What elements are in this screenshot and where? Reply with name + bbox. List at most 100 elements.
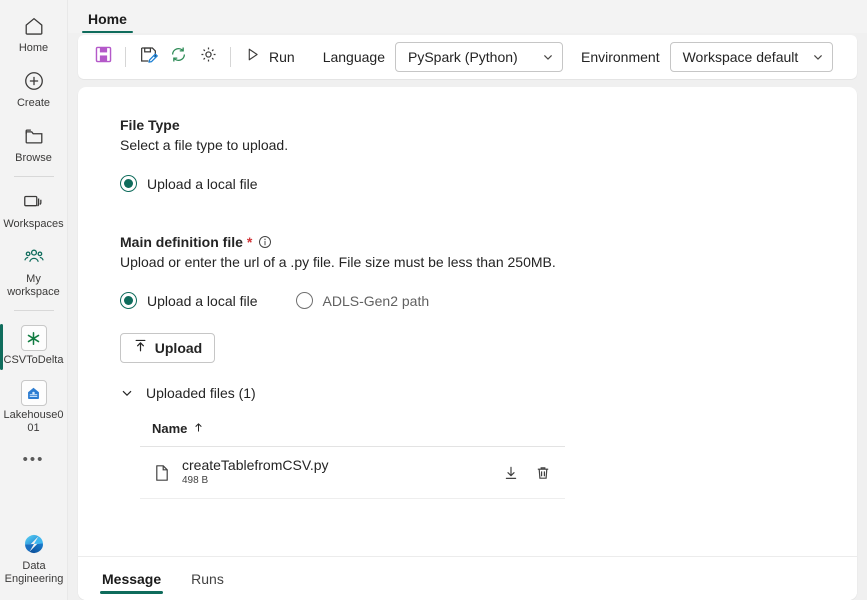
- save-floppy-icon: [94, 45, 113, 69]
- uploaded-files-table: Name createTablefromCSV.py 498 B: [140, 421, 565, 499]
- sidebar-item-label: Data Engineering: [4, 560, 64, 585]
- required-asterisk: *: [246, 234, 253, 250]
- tab-active-underline: [100, 591, 164, 594]
- radio-file-type-upload-local[interactable]: Upload a local file: [120, 175, 258, 192]
- sidebar-item-csvtodelta[interactable]: CSVToDelta: [0, 318, 68, 373]
- tab-message[interactable]: Message: [100, 559, 164, 599]
- people-icon: [19, 244, 49, 270]
- plus-circle-icon: [19, 68, 49, 94]
- sidebar-item-data-engineering[interactable]: Data Engineering: [0, 524, 68, 592]
- top-tabstrip: Home: [68, 0, 867, 33]
- save-as-pencil-icon: [139, 45, 158, 69]
- chevron-down-icon: [812, 51, 824, 63]
- trash-icon[interactable]: [535, 465, 551, 481]
- radio-selected-icon: [120, 292, 137, 309]
- file-name: createTablefromCSV.py: [182, 457, 329, 473]
- home-icon: [19, 13, 49, 39]
- language-label: Language: [322, 49, 385, 65]
- radio-main-upload-local[interactable]: Upload a local file: [120, 292, 258, 309]
- upload-button[interactable]: Upload: [120, 333, 215, 363]
- bottom-tabstrip: Message Runs: [78, 556, 857, 600]
- environment-label: Environment: [580, 49, 660, 65]
- tab-runs-label: Runs: [191, 570, 224, 587]
- radio-label: ADLS-Gen2 path: [322, 292, 430, 309]
- workspaces-icon: [19, 189, 49, 215]
- radio-main-adls-gen2-path[interactable]: ADLS-Gen2 path: [295, 292, 430, 309]
- spark-asterisk-icon: [20, 325, 47, 351]
- run-button-label: Run: [269, 49, 295, 65]
- environment-value: Workspace default: [682, 49, 799, 65]
- sidebar-item-label: CSVToDelta: [3, 354, 64, 366]
- tab-active-underline: [82, 31, 133, 33]
- sidebar-item-browse[interactable]: Browse: [0, 116, 68, 171]
- sidebar-item-workspaces[interactable]: Workspaces: [0, 182, 68, 237]
- radio-label: Upload a local file: [147, 292, 258, 309]
- sidebar-item-label: Lakehouse001: [3, 409, 64, 434]
- sidebar-item-label: Workspaces: [3, 218, 64, 230]
- sort-ascending-arrow: [193, 421, 204, 436]
- selection-indicator: [0, 324, 3, 370]
- upload-form: File Type Select a file type to upload. …: [78, 87, 857, 499]
- left-nav-rail: Home Create Browse Workspaces My workspa…: [0, 0, 68, 600]
- row-actions: [503, 465, 557, 481]
- rail-divider: [13, 176, 54, 177]
- radio-unselected-icon: [295, 292, 313, 309]
- refresh-button[interactable]: [163, 42, 193, 72]
- radio-selected-icon: [120, 175, 137, 192]
- file-document-icon: [152, 464, 172, 482]
- sidebar-item-create[interactable]: Create: [0, 61, 68, 116]
- chevron-down-icon: [542, 51, 554, 63]
- file-type-radio-group: Upload a local file: [120, 175, 857, 192]
- tab-message-label: Message: [102, 570, 162, 587]
- language-dropdown[interactable]: PySpark (Python): [394, 42, 563, 72]
- tab-home-label: Home: [88, 11, 127, 27]
- data-engineering-icon: [19, 531, 49, 557]
- file-type-title: File Type: [120, 117, 857, 133]
- sidebar-more-button[interactable]: •••: [0, 441, 68, 471]
- run-button[interactable]: Run: [238, 42, 305, 72]
- rail-divider: [13, 310, 54, 311]
- upload-arrow-icon: [133, 338, 148, 358]
- command-toolbar: Run Language PySpark (Python) Environmen…: [78, 35, 857, 79]
- folder-icon: [19, 123, 49, 149]
- settings-button[interactable]: [193, 42, 223, 72]
- environment-dropdown[interactable]: Workspace default: [669, 42, 833, 72]
- file-size: 498 B: [182, 475, 209, 486]
- main-definition-radio-group: Upload a local file ADLS-Gen2 path: [120, 292, 857, 309]
- toolbar-divider: [230, 47, 231, 67]
- sidebar-item-my-workspace[interactable]: My workspace: [0, 237, 68, 305]
- save-as-button[interactable]: [133, 42, 163, 72]
- main-area: Home Run Language PySpark (Python) Envir…: [68, 0, 867, 600]
- sidebar-item-label: Create: [16, 97, 51, 109]
- uploaded-files-toggle[interactable]: Uploaded files (1): [120, 385, 320, 401]
- file-type-description: Select a file type to upload.: [120, 137, 289, 153]
- play-icon: [244, 46, 261, 68]
- refresh-icon: [169, 45, 188, 69]
- sidebar-item-label: Browse: [15, 152, 52, 164]
- upload-button-label: Upload: [154, 340, 203, 356]
- info-circle-icon[interactable]: [258, 235, 272, 249]
- uploaded-files-label: Uploaded files (1): [146, 385, 256, 401]
- sidebar-item-home[interactable]: Home: [0, 6, 68, 61]
- main-definition-description: Upload or enter the url of a .py file. F…: [120, 254, 556, 270]
- download-icon[interactable]: [503, 465, 519, 481]
- main-definition-title: Main definition file *: [120, 234, 857, 250]
- table-header-name[interactable]: Name: [140, 421, 565, 447]
- tab-home[interactable]: Home: [82, 11, 133, 33]
- sidebar-item-label: Home: [18, 42, 49, 54]
- main-definition-title-label: Main definition file: [120, 234, 243, 250]
- save-button[interactable]: [88, 42, 118, 72]
- radio-label: Upload a local file: [147, 175, 258, 192]
- sidebar-item-label: My workspace: [7, 273, 60, 298]
- table-row[interactable]: createTablefromCSV.py 498 B: [140, 447, 565, 499]
- ellipsis-icon: •••: [22, 451, 45, 468]
- rail-footer: Data Engineering: [0, 524, 68, 592]
- file-meta: createTablefromCSV.py 498 B: [182, 457, 503, 488]
- gear-icon: [199, 45, 218, 69]
- chevron-down-icon: [120, 386, 134, 400]
- language-value: PySpark (Python): [407, 49, 518, 65]
- file-type-title-label: File Type: [120, 117, 180, 133]
- sidebar-item-lakehouse001[interactable]: Lakehouse001: [0, 373, 68, 441]
- tab-runs[interactable]: Runs: [189, 559, 226, 599]
- content-card: File Type Select a file type to upload. …: [78, 87, 857, 600]
